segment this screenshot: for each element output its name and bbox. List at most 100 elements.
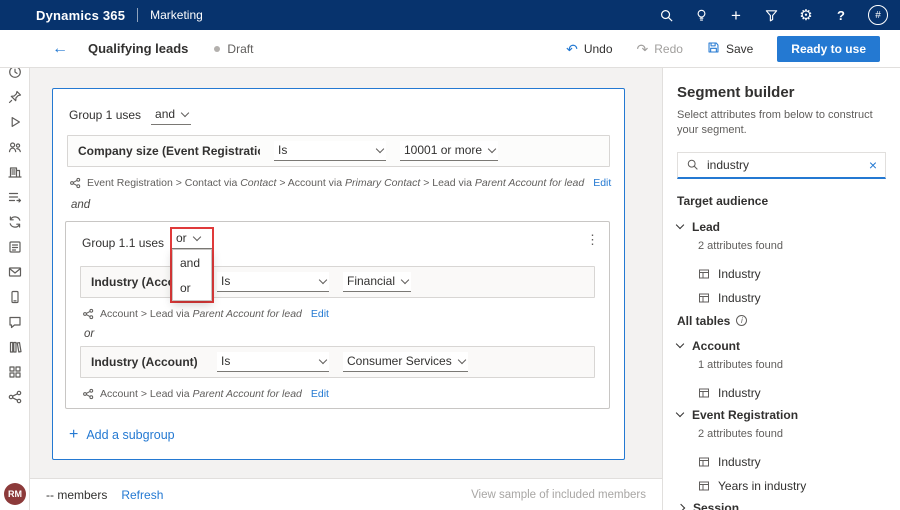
note-icon[interactable] — [7, 239, 23, 255]
attribute-item[interactable]: Industry — [698, 450, 886, 474]
segment-canvas: Group 1 uses and Company size (Event Reg… — [30, 68, 662, 478]
condition-operator-select[interactable]: Is — [217, 272, 329, 292]
add-subgroup-button[interactable]: Add a subgroup — [69, 427, 175, 443]
app-name[interactable]: Marketing — [150, 8, 203, 22]
lightbulb-icon[interactable] — [693, 7, 709, 23]
filter-icon[interactable] — [763, 7, 779, 23]
chat-icon[interactable] — [7, 314, 23, 330]
search-icon — [686, 158, 699, 171]
redo-button[interactable]: Redo — [637, 42, 683, 56]
relationship-path: Event Registration > Contact via Contact… — [69, 177, 611, 189]
help-icon[interactable] — [833, 7, 849, 23]
attributes-found-count: 2 attributes found — [698, 428, 886, 443]
people-icon[interactable] — [7, 139, 23, 155]
operator-dropdown-menu: and or — [172, 249, 212, 301]
more-options-icon[interactable] — [586, 232, 599, 248]
undo-button[interactable]: Undo — [566, 42, 612, 56]
condition-row: Company size (Event Registration) Is 100… — [67, 135, 610, 167]
menu-item-or[interactable]: or — [173, 275, 211, 300]
condition-value-select[interactable]: Financial — [343, 272, 411, 292]
chevron-down-icon — [376, 144, 384, 152]
relationship-icon — [69, 177, 81, 189]
status-dot-icon — [214, 46, 220, 52]
attribute-label: Industry — [718, 267, 761, 281]
condition-row: Industry (Account) Is Consumer Services — [80, 346, 595, 378]
annotation-highlight: or and or — [170, 227, 214, 303]
command-actions: Undo Redo Save Ready to use — [566, 36, 880, 62]
undo-label: Undo — [584, 42, 613, 56]
all-tables-heading: All tables — [677, 314, 886, 328]
value-text: 10001 or more — [404, 143, 482, 157]
page-title: Qualifying leads — [88, 41, 188, 56]
back-icon[interactable] — [52, 40, 68, 58]
chevron-down-icon — [319, 275, 327, 283]
profile-badge[interactable] — [868, 5, 888, 25]
brand-logo[interactable]: Dynamics 365 — [36, 8, 125, 23]
path-text: Account > Lead via Parent Account for le… — [100, 308, 302, 320]
search-icon[interactable] — [658, 7, 674, 23]
condition-value-select[interactable]: Consumer Services — [343, 352, 468, 372]
chevron-down-icon — [488, 144, 496, 152]
condition-attribute: Company size (Event Registration) — [78, 144, 260, 158]
tree-node-account[interactable]: Account — [677, 336, 886, 356]
save-icon — [707, 41, 720, 56]
attribute-search — [677, 152, 886, 179]
refresh-link[interactable]: Refresh — [121, 488, 163, 502]
table-icon — [698, 292, 710, 304]
condition-operator-select[interactable]: Is — [217, 352, 329, 372]
status-label: Draft — [227, 42, 253, 56]
mail-icon[interactable] — [7, 264, 23, 280]
group11-header: Group 1.1 uses — [82, 236, 164, 250]
share-icon[interactable] — [7, 389, 23, 405]
edit-link[interactable]: Edit — [311, 308, 329, 320]
tree-node-label: Session — [693, 501, 739, 510]
search-input[interactable] — [707, 158, 861, 172]
group1-operator-select[interactable]: and — [151, 105, 191, 125]
topbar-left: Dynamics 365 Marketing — [36, 8, 203, 23]
list-icon[interactable] — [7, 189, 23, 205]
info-icon[interactable] — [736, 315, 747, 326]
sync-icon[interactable] — [7, 214, 23, 230]
chevron-down-icon — [676, 221, 684, 229]
add-icon[interactable] — [728, 7, 744, 23]
edit-link[interactable]: Edit — [311, 388, 329, 400]
menu-item-and[interactable]: and — [173, 250, 211, 275]
save-label: Save — [726, 42, 753, 56]
grid-icon[interactable] — [7, 364, 23, 380]
ready-to-use-button[interactable]: Ready to use — [777, 36, 880, 62]
pin-icon[interactable] — [7, 89, 23, 105]
books-icon[interactable] — [7, 339, 23, 355]
segment-builder-panel: Segment builder Select attributes from b… — [662, 68, 900, 510]
undo-icon — [566, 42, 578, 56]
phone-icon[interactable] — [7, 289, 23, 305]
tree-node-session[interactable]: Session — [677, 498, 886, 510]
tree-node-lead[interactable]: Lead — [677, 217, 886, 237]
condition-value-select[interactable]: 10001 or more — [400, 141, 498, 161]
segment-group-card: Group 1 uses and Company size (Event Reg… — [52, 88, 625, 460]
tree-node-label: Account — [692, 339, 740, 353]
user-avatar[interactable]: RM — [4, 483, 26, 505]
attribute-item[interactable]: Industry — [698, 381, 886, 405]
save-button[interactable]: Save — [707, 41, 753, 56]
chevron-down-icon — [319, 355, 327, 363]
settings-icon[interactable] — [798, 7, 814, 23]
attribute-label: Industry — [718, 291, 761, 305]
redo-label: Redo — [654, 42, 683, 56]
edit-link[interactable]: Edit — [593, 177, 611, 189]
operator-value: Is — [278, 143, 287, 157]
building-icon[interactable] — [7, 164, 23, 180]
condition-operator-select[interactable]: Is — [274, 141, 386, 161]
attribute-item[interactable]: Industry — [698, 286, 886, 310]
chevron-down-icon — [192, 232, 200, 240]
subgroup-box: Group 1.1 uses or and or Industry (Accou… — [65, 221, 610, 409]
attribute-item[interactable]: Years in industry — [698, 474, 886, 498]
view-sample-label[interactable]: View sample of included members — [471, 489, 646, 501]
add-subgroup-label: Add a subgroup — [86, 428, 174, 442]
attribute-item[interactable]: Industry — [698, 262, 886, 286]
tree-node-event-registration[interactable]: Event Registration — [677, 405, 886, 425]
clear-search-icon[interactable] — [869, 158, 877, 172]
play-icon[interactable] — [7, 114, 23, 130]
panel-title: Segment builder — [677, 84, 886, 101]
target-audience-heading: Target audience — [677, 194, 886, 208]
group11-operator-select[interactable]: or — [172, 229, 212, 249]
